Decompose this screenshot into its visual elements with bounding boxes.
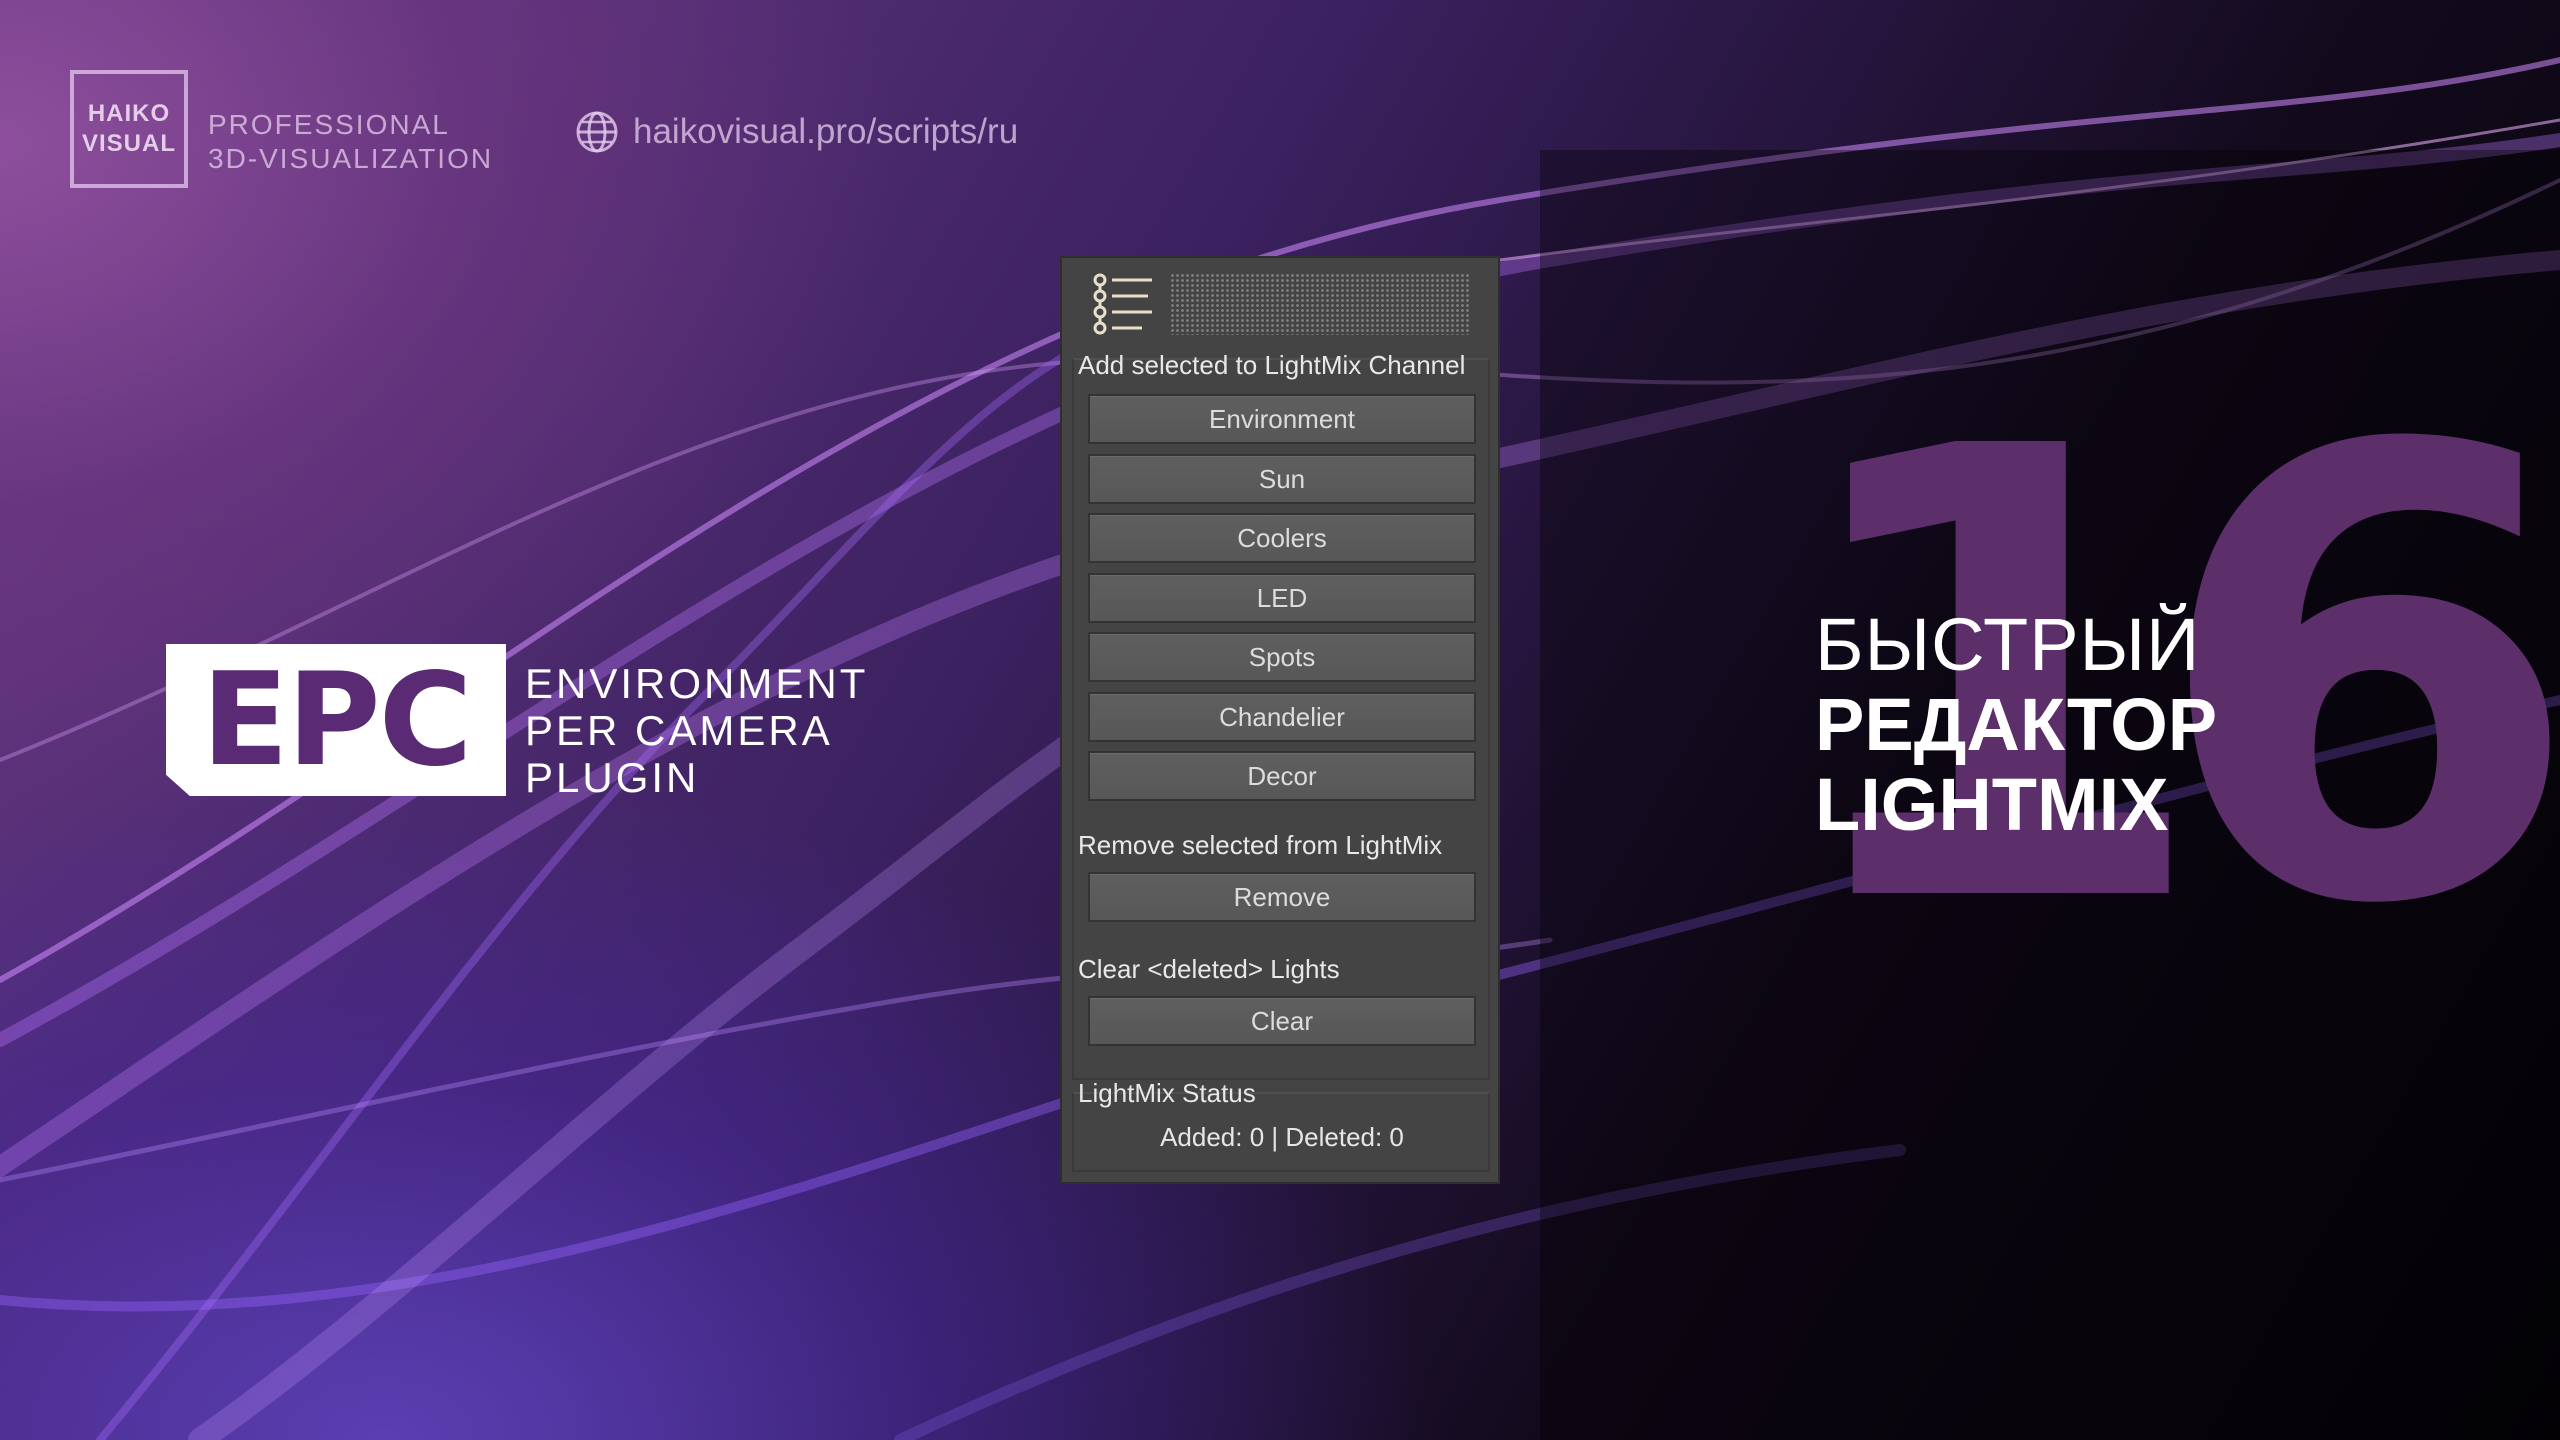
lightmix-panel: Add selected to LightMix Channel Environ… — [1060, 256, 1500, 1184]
website-url[interactable]: haikovisual.pro/scripts/ru — [633, 112, 1018, 152]
remove-group-title: Remove selected from LightMix — [1078, 830, 1443, 860]
list-tree-icon — [1093, 273, 1152, 335]
decor-button[interactable]: Decor — [1088, 751, 1476, 801]
globe-icon — [576, 111, 618, 153]
logo-line-1: HAIKO — [87, 100, 171, 127]
spots-button[interactable]: Spots — [1088, 632, 1476, 682]
tagline-line-2: 3D-VISUALIZATION — [208, 143, 494, 174]
coolers-button[interactable]: Coolers — [1088, 513, 1476, 563]
headline-line-3: LIGHTMIX — [1815, 763, 2169, 846]
remove-button[interactable]: Remove — [1088, 872, 1476, 922]
headline-line-2: РЕДАКТОР — [1815, 683, 2218, 766]
clear-button[interactable]: Clear — [1088, 996, 1476, 1046]
lightmix-status-text: Added: 0 | Deleted: 0 — [1160, 1122, 1404, 1152]
product-name-line-2: PER CAMERA — [525, 707, 833, 754]
product-name-line-3: PLUGIN — [525, 754, 700, 801]
status-group-title: LightMix Status — [1078, 1078, 1256, 1108]
led-button[interactable]: LED — [1088, 573, 1476, 623]
panel-header — [1090, 272, 1470, 336]
epc-logo: EPC — [166, 644, 506, 796]
brand-tagline: PROFESSIONAL 3D-VISUALIZATION — [208, 108, 493, 176]
tagline-line-1: PROFESSIONAL — [208, 109, 450, 140]
environment-button[interactable]: Environment — [1088, 394, 1476, 444]
clear-group-title: Clear <deleted> Lights — [1078, 954, 1340, 984]
header-dot-pattern — [1170, 273, 1470, 335]
logo-line-2: VISUAL — [81, 130, 176, 157]
product-name-line-1: ENVIRONMENT — [525, 660, 869, 707]
headline: БЫСТРЫЙ РЕДАКТОР LIGHTMIX — [1815, 605, 2217, 845]
product-name: ENVIRONMENT PER CAMERA PLUGIN — [525, 660, 868, 801]
sun-button[interactable]: Sun — [1088, 454, 1476, 504]
add-group-title: Add selected to LightMix Channel — [1078, 350, 1466, 380]
epc-logo-text: EPC — [201, 645, 472, 795]
chandelier-button[interactable]: Chandelier — [1088, 692, 1476, 742]
haiko-visual-logo: HAIKO VISUAL — [70, 70, 188, 188]
headline-line-1: БЫСТРЫЙ — [1815, 603, 2201, 686]
website-link[interactable]: haikovisual.pro/scripts/ru — [575, 110, 1018, 154]
